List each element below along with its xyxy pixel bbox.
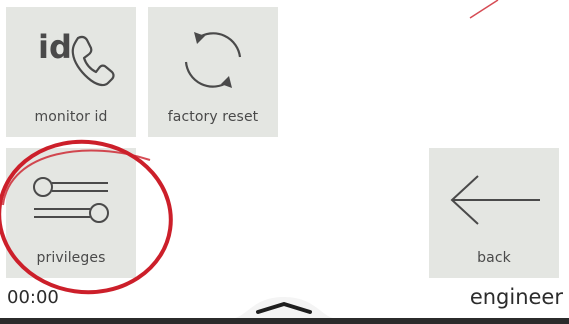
sliders-icon (6, 160, 136, 240)
monitor-id-label: monitor id (34, 109, 108, 125)
arrow-left-icon (429, 160, 559, 240)
back-button[interactable]: back (429, 148, 559, 278)
privileges-label: privileges (36, 250, 106, 266)
circular-arrows-icon (148, 19, 278, 99)
factory-reset-label: factory reset (167, 109, 259, 125)
status-time: 00:00 (7, 287, 59, 308)
monitor-id-button[interactable]: id monitor id (6, 7, 136, 137)
user-role-label: engineer (469, 285, 563, 309)
swipe-up-handle[interactable] (229, 293, 339, 319)
factory-reset-button[interactable]: factory reset (148, 7, 278, 137)
id-phone-icon: id (6, 19, 136, 99)
id-glyph-text: id (38, 28, 72, 66)
bottom-bar (0, 318, 569, 324)
privileges-button[interactable]: privileges (6, 148, 136, 278)
back-label: back (477, 250, 511, 266)
